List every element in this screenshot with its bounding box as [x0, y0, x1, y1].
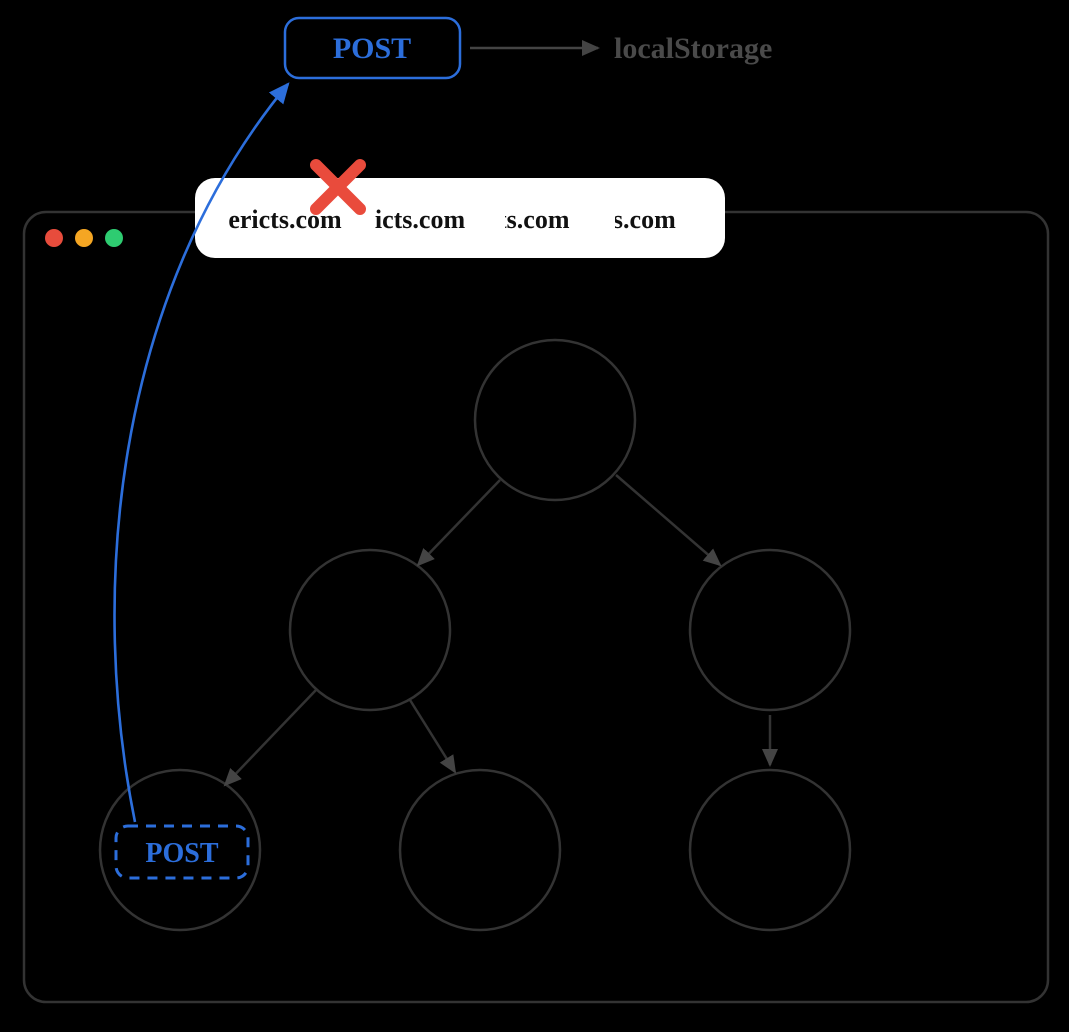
browser-tab-1-label: ericts.com [228, 205, 342, 234]
browser-window-frame [24, 212, 1048, 1002]
browser-tab-4-label: ts.com [604, 205, 676, 234]
post-box-top-label: POST [333, 32, 411, 65]
traffic-light-close [45, 229, 63, 247]
browser-tab-2-label: icts.com [375, 205, 466, 234]
traffic-light-min [75, 229, 93, 247]
post-box-inner-label: POST [145, 838, 218, 869]
localstorage-label: localStorage [614, 32, 772, 65]
traffic-light-max [105, 229, 123, 247]
